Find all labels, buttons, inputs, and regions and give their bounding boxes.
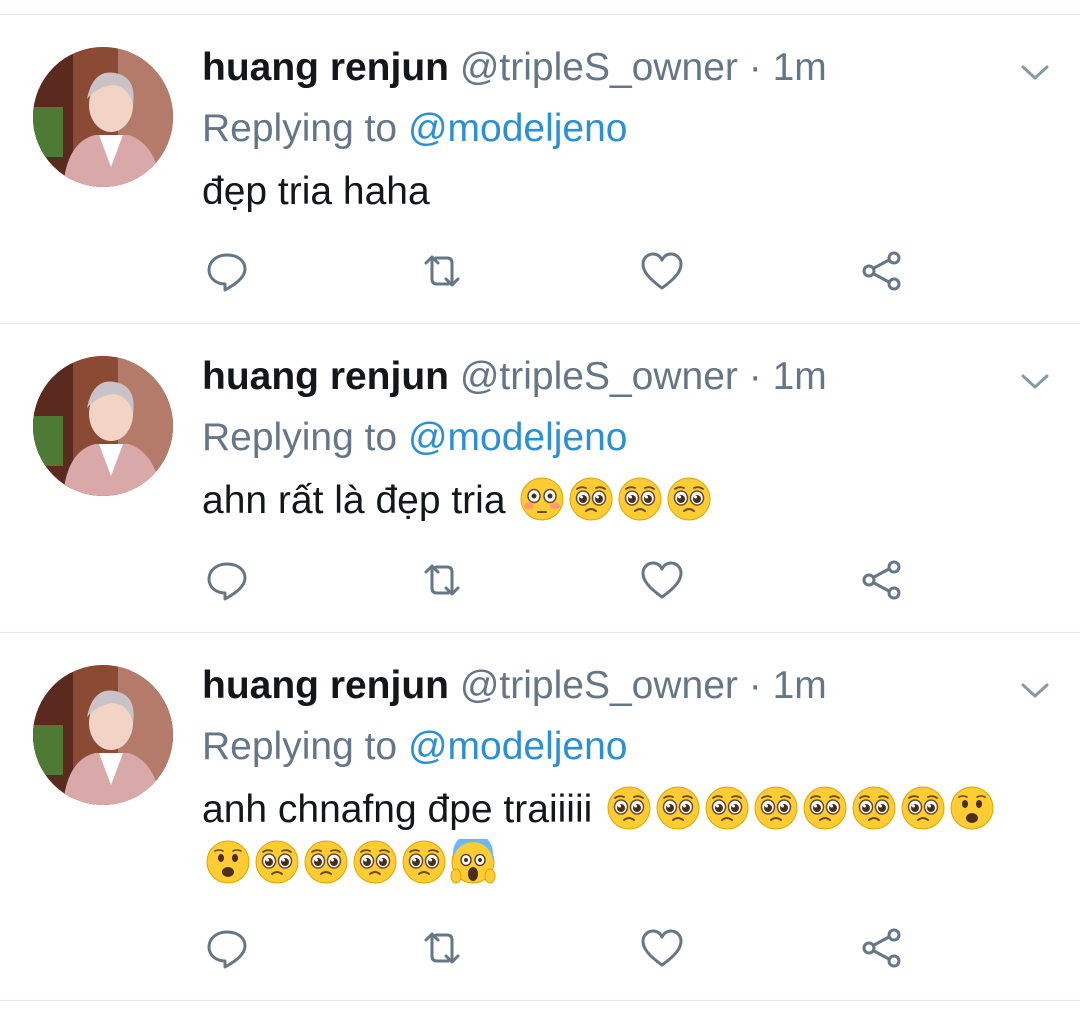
replying-to-line: Replying to @modeljeno bbox=[202, 415, 628, 461]
like-icon[interactable] bbox=[638, 924, 686, 972]
chevron-down-icon[interactable] bbox=[1018, 679, 1052, 703]
pleading-face-emoji bbox=[667, 477, 711, 521]
pleading-face-emoji bbox=[705, 786, 749, 830]
display-name[interactable]: huang renjun bbox=[202, 664, 449, 707]
share-icon[interactable] bbox=[858, 924, 906, 972]
tweet-card[interactable]: huang renjun @tripleS_owner · 1m Replyin… bbox=[0, 324, 1080, 633]
tweet-text-content: anh chnafng đpe traiiiii bbox=[202, 788, 593, 831]
pleading-face-emoji bbox=[852, 786, 896, 830]
replying-prefix: Replying to bbox=[202, 107, 408, 150]
like-icon[interactable] bbox=[638, 247, 686, 295]
frowning-open-mouth-face-emoji bbox=[950, 786, 994, 830]
user-handle[interactable]: @tripleS_owner bbox=[460, 46, 738, 89]
frowning-open-mouth-face-emoji bbox=[206, 840, 250, 884]
pleading-face-emoji bbox=[607, 786, 651, 830]
pleading-face-emoji bbox=[569, 477, 613, 521]
separator-dot: · bbox=[748, 355, 762, 398]
avatar[interactable] bbox=[33, 47, 173, 187]
tweet-actions bbox=[0, 924, 1080, 972]
mention-link[interactable]: @modeljeno bbox=[408, 725, 628, 768]
avatar[interactable] bbox=[33, 356, 173, 496]
separator-dot: · bbox=[748, 46, 762, 89]
tweet-actions bbox=[0, 247, 1080, 295]
avatar[interactable] bbox=[33, 665, 173, 805]
tweet-text: đẹp tria haha bbox=[202, 165, 1032, 219]
replying-to-line: Replying to @modeljeno bbox=[202, 106, 628, 152]
timestamp[interactable]: 1m bbox=[773, 355, 827, 398]
display-name[interactable]: huang renjun bbox=[202, 355, 449, 398]
screaming-face-emoji bbox=[450, 838, 496, 884]
reply-icon[interactable] bbox=[203, 924, 251, 972]
chevron-down-icon[interactable] bbox=[1018, 370, 1052, 394]
tweet-text-content: ahn rất là đẹp tria bbox=[202, 479, 506, 522]
replying-prefix: Replying to bbox=[202, 725, 408, 768]
retweet-icon[interactable] bbox=[418, 556, 466, 604]
tweet-text: ahn rất là đẹp tria bbox=[202, 474, 1032, 528]
flushed-face-emoji bbox=[520, 477, 564, 521]
reply-icon[interactable] bbox=[203, 556, 251, 604]
separator-dot: · bbox=[748, 664, 762, 707]
display-name[interactable]: huang renjun bbox=[202, 46, 449, 89]
mention-link[interactable]: @modeljeno bbox=[408, 416, 628, 459]
tweet-header: huang renjun @tripleS_owner · 1m bbox=[202, 354, 827, 400]
mention-link[interactable]: @modeljeno bbox=[408, 107, 628, 150]
tweet-header: huang renjun @tripleS_owner · 1m bbox=[202, 45, 827, 91]
pleading-face-emoji bbox=[402, 840, 446, 884]
replying-to-line: Replying to @modeljeno bbox=[202, 724, 628, 770]
tweet-text-content: đẹp tria haha bbox=[202, 170, 430, 213]
chevron-down-icon[interactable] bbox=[1018, 61, 1052, 85]
tweet-card[interactable]: huang renjun @tripleS_owner · 1m Replyin… bbox=[0, 15, 1080, 324]
pleading-face-emoji bbox=[901, 786, 945, 830]
pleading-face-emoji bbox=[353, 840, 397, 884]
tweet-card[interactable]: huang renjun @tripleS_owner · 1m Replyin… bbox=[0, 633, 1080, 1001]
emoji-row bbox=[516, 477, 712, 522]
share-icon[interactable] bbox=[858, 247, 906, 295]
like-icon[interactable] bbox=[638, 556, 686, 604]
user-handle[interactable]: @tripleS_owner bbox=[460, 664, 738, 707]
tweet-text: anh chnafng đpe traiiiii bbox=[202, 783, 1032, 891]
user-handle[interactable]: @tripleS_owner bbox=[460, 355, 738, 398]
pleading-face-emoji bbox=[618, 477, 662, 521]
pleading-face-emoji bbox=[656, 786, 700, 830]
pleading-face-emoji bbox=[803, 786, 847, 830]
retweet-icon[interactable] bbox=[418, 924, 466, 972]
replying-prefix: Replying to bbox=[202, 416, 408, 459]
tweet-header: huang renjun @tripleS_owner · 1m bbox=[202, 663, 827, 709]
share-icon[interactable] bbox=[858, 556, 906, 604]
retweet-icon[interactable] bbox=[418, 247, 466, 295]
reply-icon[interactable] bbox=[203, 247, 251, 295]
pleading-face-emoji bbox=[754, 786, 798, 830]
pleading-face-emoji bbox=[304, 840, 348, 884]
pleading-face-emoji bbox=[255, 840, 299, 884]
timestamp[interactable]: 1m bbox=[773, 664, 827, 707]
tweet-actions bbox=[0, 556, 1080, 604]
timestamp[interactable]: 1m bbox=[773, 46, 827, 89]
